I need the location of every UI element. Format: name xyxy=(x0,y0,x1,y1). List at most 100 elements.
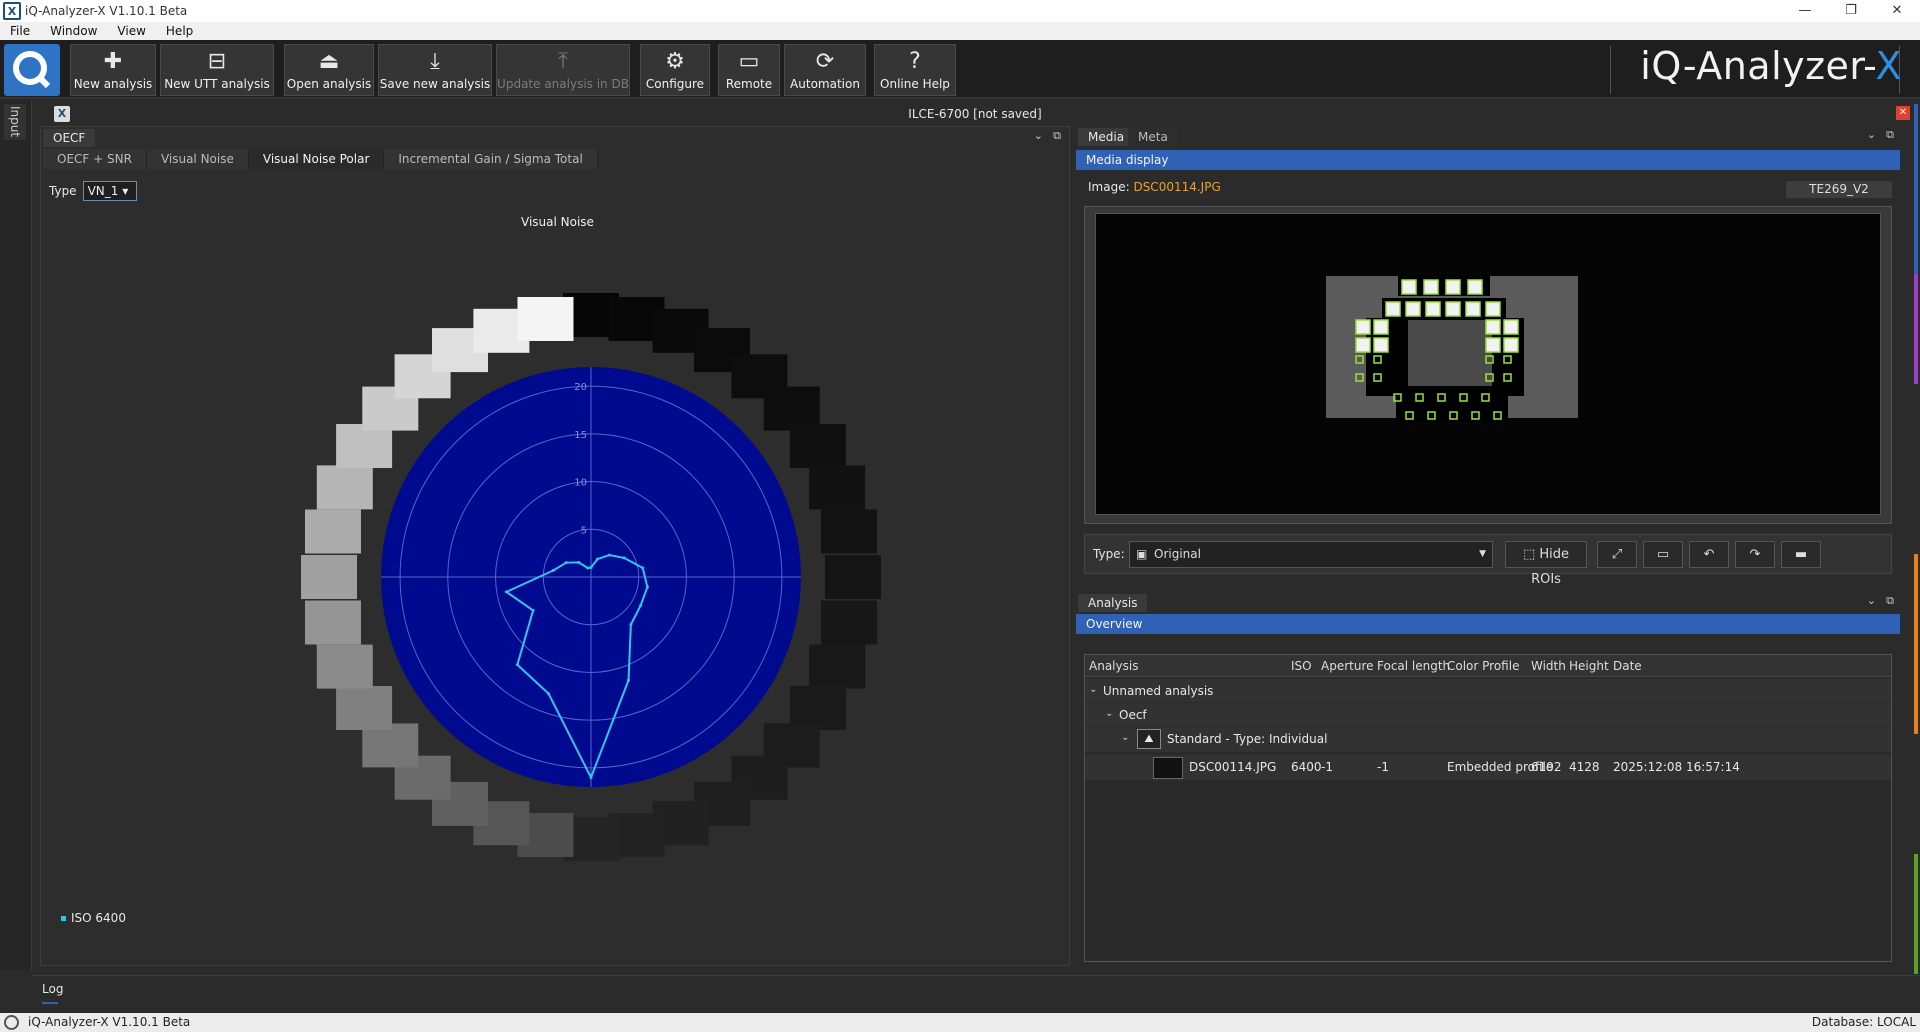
chart-center xyxy=(1408,320,1492,386)
new-analysis-button[interactable]: ✚ New analysis xyxy=(70,44,156,96)
media-display-header: Media display xyxy=(1076,150,1900,170)
plus-icon: ✚ xyxy=(103,49,123,74)
gray-patch xyxy=(763,386,820,431)
tree-label: Unnamed analysis xyxy=(1103,684,1214,698)
cell-iso: 6400 xyxy=(1291,760,1322,774)
col-height[interactable]: Height xyxy=(1569,659,1609,673)
tab-oecf[interactable]: OECF xyxy=(43,129,96,147)
image-filename: DSC00114.JPG xyxy=(1133,180,1221,194)
close-document-icon[interactable]: ✕ xyxy=(1896,106,1910,120)
online-help-label: Online Help xyxy=(880,77,950,91)
tab-oecf-snr[interactable]: OECF + SNR xyxy=(43,149,147,169)
series-point xyxy=(577,560,581,564)
table-row[interactable]: DSC00114.JPG 6400 -1 -1 Embedded profile… xyxy=(1085,755,1891,781)
col-width[interactable]: Width xyxy=(1531,659,1566,673)
col-focal-length[interactable]: Focal length xyxy=(1377,659,1450,673)
hide-rois-button[interactable]: ⬚ Hide ROIs xyxy=(1505,541,1587,587)
media-collapse-icon[interactable]: ⌄ xyxy=(1867,128,1876,141)
tree-row-standard[interactable]: ⌄ ⛰ Standard - Type: Individual xyxy=(1085,727,1891,753)
maximize-icon[interactable]: ❐ xyxy=(1828,0,1874,22)
analysis-float-icon[interactable]: ⧉ xyxy=(1886,594,1894,608)
automation-label: Automation xyxy=(790,77,860,91)
log-bar: Log xyxy=(32,975,1920,1013)
media-float-icon[interactable]: ⧉ xyxy=(1886,128,1894,142)
update-analysis-db-button[interactable]: ⤒ Update analysis in DB xyxy=(496,44,630,96)
roi-marker xyxy=(1465,301,1481,317)
close-window-icon[interactable]: ✕ xyxy=(1874,0,1920,22)
update-analysis-db-label: Update analysis in DB xyxy=(497,77,629,91)
gray-patch xyxy=(304,509,361,554)
window-titlebar: X iQ-Analyzer-X V1.10.1 Beta — ❐ ✕ xyxy=(0,0,1920,22)
tab-visual-noise[interactable]: Visual Noise xyxy=(146,149,249,169)
media-type-select[interactable]: ▣ Original ▼ xyxy=(1129,541,1493,568)
document-bar: X ILCE-6700 [not saved] ✕ xyxy=(40,104,1910,124)
gear-icon: ⚙ xyxy=(665,49,685,74)
automation-button[interactable]: ⟳ Automation xyxy=(784,44,866,96)
radial-tick-label: 15 xyxy=(574,430,587,441)
series-point xyxy=(589,565,593,569)
tree-row-oecf[interactable]: ⌄ Oecf xyxy=(1085,703,1891,727)
redo-button[interactable]: ↷ xyxy=(1735,541,1775,568)
chevron-down-icon[interactable]: ⌄ xyxy=(1105,708,1113,719)
tree-row-analysis[interactable]: ⌄ Unnamed analysis xyxy=(1085,679,1891,703)
tab-meta[interactable]: Meta xyxy=(1128,128,1178,146)
tree-label: Oecf xyxy=(1119,708,1147,722)
input-tab[interactable]: Input xyxy=(4,104,26,140)
series-point xyxy=(586,566,590,570)
tab-visual-noise-polar[interactable]: Visual Noise Polar xyxy=(248,149,385,169)
online-help-button[interactable]: ? Online Help xyxy=(874,44,956,96)
col-color-profile[interactable]: Color Profile xyxy=(1447,659,1519,673)
image-canvas[interactable] xyxy=(1095,213,1881,515)
help-icon: ? xyxy=(909,49,921,74)
analysis-subtabs: OECF + SNR Visual Noise Visual Noise Pol… xyxy=(43,149,598,169)
analysis-table: Analysis ISO Aperture Focal length Color… xyxy=(1084,654,1892,962)
window-title: iQ-Analyzer-X V1.10.1 Beta xyxy=(25,4,188,18)
roi-marker xyxy=(1445,279,1461,295)
gray-patch xyxy=(809,644,866,689)
status-database: Database: LOCAL xyxy=(1811,1015,1916,1029)
table-header: Analysis ISO Aperture Focal length Color… xyxy=(1085,655,1891,677)
open-analysis-button[interactable]: ⏏ Open analysis xyxy=(284,44,374,96)
series-point xyxy=(607,553,611,557)
panel-float-icon[interactable]: ⧉ xyxy=(1053,129,1061,143)
col-iso[interactable]: ISO xyxy=(1291,659,1312,673)
chevron-down-icon[interactable]: ⌄ xyxy=(1089,684,1097,695)
configure-button[interactable]: ⚙ Configure xyxy=(640,44,710,96)
save-icon: ⤓ xyxy=(430,49,440,74)
image-label: Image: xyxy=(1088,180,1130,194)
app-logo[interactable] xyxy=(4,44,60,96)
panel-collapse-icon[interactable]: ⌄ xyxy=(1034,129,1043,142)
col-analysis[interactable]: Analysis xyxy=(1089,659,1138,673)
cell-aperture: -1 xyxy=(1321,760,1333,774)
series-point xyxy=(504,590,508,594)
series-point xyxy=(629,623,633,627)
gray-patch xyxy=(362,723,419,768)
chevron-down-icon[interactable]: ⌄ xyxy=(1121,732,1129,743)
tab-analysis[interactable]: Analysis xyxy=(1078,594,1148,612)
menu-view[interactable]: View xyxy=(107,24,155,38)
undo-button[interactable]: ↶ xyxy=(1689,541,1729,568)
col-aperture[interactable]: Aperture xyxy=(1321,659,1374,673)
analysis-collapse-icon[interactable]: ⌄ xyxy=(1867,594,1876,607)
new-utt-analysis-button[interactable]: ⊟ New UTT analysis xyxy=(160,44,274,96)
save-new-analysis-button[interactable]: ⤓ Save new analysis xyxy=(378,44,492,96)
menu-window[interactable]: Window xyxy=(40,24,107,38)
gray-patch xyxy=(336,686,393,730)
col-date[interactable]: Date xyxy=(1613,659,1642,673)
remote-button[interactable]: ▭ Remote xyxy=(718,44,780,96)
fit-view-button[interactable]: ⤢ xyxy=(1597,541,1637,568)
monitor-icon: ▭ xyxy=(1656,547,1670,562)
overview-header: Overview xyxy=(1076,614,1900,634)
left-dock-strip: Input xyxy=(0,100,32,970)
minimize-icon[interactable]: — xyxy=(1782,0,1828,22)
folder-button[interactable]: ▬ xyxy=(1781,541,1821,568)
menu-file[interactable]: File xyxy=(0,24,40,38)
series-point xyxy=(622,556,626,560)
type-select[interactable]: VN_1 ▾ xyxy=(82,181,137,201)
log-tab[interactable]: Log xyxy=(42,982,63,996)
tab-incremental-gain[interactable]: Incremental Gain / Sigma Total xyxy=(384,149,598,169)
menu-help[interactable]: Help xyxy=(156,24,203,38)
tab-media[interactable]: Media xyxy=(1078,128,1135,146)
chart-tag: TE269_V2 xyxy=(1786,181,1892,198)
present-button[interactable]: ▭ xyxy=(1643,541,1683,568)
